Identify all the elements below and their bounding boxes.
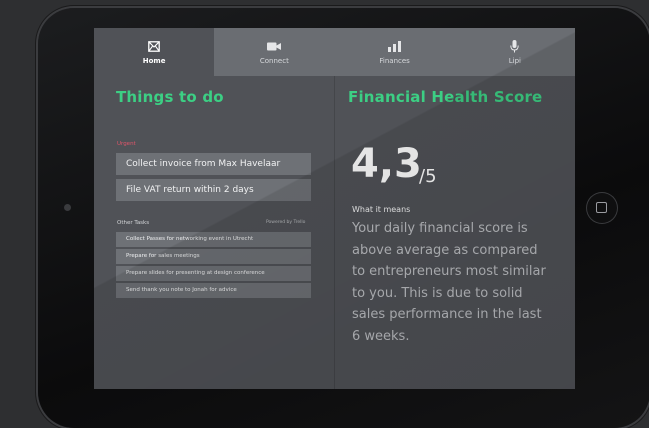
tab-connect-label: Connect	[259, 57, 289, 65]
what-it-means-label: What it means	[352, 205, 411, 214]
other-tasks-label: Other Tasks	[117, 220, 150, 226]
tab-home-label: Home	[142, 57, 166, 65]
score-panel: Financial Health Score 4,3 /5 What it me…	[335, 76, 575, 389]
video-camera-icon	[214, 40, 334, 52]
score-denominator: /5	[419, 166, 437, 187]
score-description: Your daily financial score is above aver…	[352, 221, 546, 344]
front-camera	[64, 204, 71, 211]
score-title: Financial Health Score	[348, 88, 543, 106]
other-task-2[interactable]: Prepare for sales meetings	[116, 249, 311, 264]
tab-finances-label: Finances	[379, 57, 410, 65]
urgent-label: Urgent	[117, 141, 136, 147]
urgent-task-1[interactable]: Collect invoice from Max Havelaar	[116, 153, 311, 175]
home-button-icon	[596, 202, 607, 213]
other-task-1[interactable]: Collect Passes for networking event in U…	[116, 232, 311, 247]
other-task-3[interactable]: Prepare slides for presenting at design …	[116, 266, 311, 281]
tab-lipi[interactable]: Lipi	[455, 28, 575, 76]
powered-by-label: Powered by Trello	[266, 220, 306, 225]
other-task-4[interactable]: Send thank you note to Jonah for advice	[116, 283, 311, 298]
app-screen: Home Connect Finances Lipi Things to do …	[94, 28, 575, 389]
tab-connect[interactable]: Connect	[214, 28, 334, 76]
todo-title: Things to do	[116, 88, 224, 106]
tab-finances[interactable]: Finances	[335, 28, 455, 76]
tab-home[interactable]: Home	[94, 28, 215, 76]
tab-lipi-label: Lipi	[508, 57, 521, 65]
urgent-task-2[interactable]: File VAT return within 2 days	[116, 179, 311, 201]
score-value: 4,3	[351, 141, 422, 187]
top-nav: Home Connect Finances Lipi	[94, 28, 575, 76]
todo-panel: Things to do Urgent Collect invoice from…	[94, 76, 334, 389]
microphone-icon	[455, 39, 575, 52]
bar-chart-icon	[335, 40, 455, 52]
envelope-icon	[94, 40, 214, 52]
